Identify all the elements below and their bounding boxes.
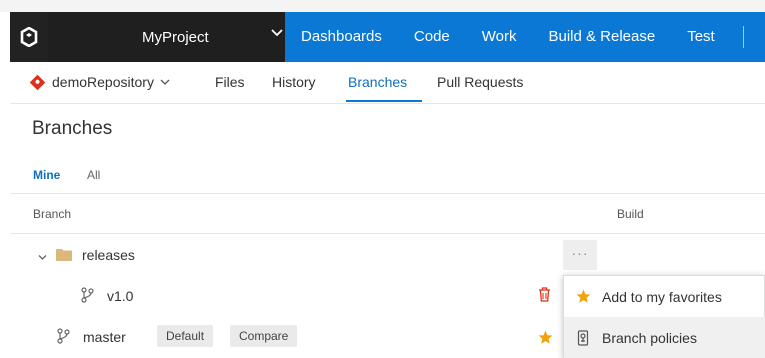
branch-context-menu: Add to my favorites Branch policies xyxy=(563,275,765,358)
column-header-branch[interactable]: Branch xyxy=(33,207,71,221)
filter-all[interactable]: All xyxy=(87,168,100,182)
tab-pull-requests[interactable]: Pull Requests xyxy=(437,74,523,90)
branch-icon xyxy=(81,287,94,308)
divider xyxy=(10,193,765,194)
page-title: Branches xyxy=(32,118,113,139)
top-navbar: MyProject Dashboards Code Work Build & R… xyxy=(10,12,765,62)
repo-selector[interactable]: demoRepository xyxy=(29,74,171,90)
more-actions-button[interactable]: ··· xyxy=(563,240,597,270)
nav-divider xyxy=(742,26,744,48)
chevron-down-icon[interactable] xyxy=(37,250,48,268)
vsts-logo-icon[interactable] xyxy=(10,12,48,62)
window-top-strip xyxy=(0,0,765,12)
default-badge: Default xyxy=(157,325,214,347)
star-icon[interactable] xyxy=(538,330,553,350)
star-icon xyxy=(575,289,591,305)
repo-name: demoRepository xyxy=(52,74,154,90)
tab-branches[interactable]: Branches xyxy=(348,74,407,90)
branch-name-master[interactable]: master xyxy=(83,329,126,345)
column-header-build[interactable]: Build xyxy=(617,207,644,221)
menu-item-add-to-favorites[interactable]: Add to my favorites xyxy=(564,276,765,317)
filter-mine[interactable]: Mine xyxy=(33,168,60,182)
compare-button[interactable]: Compare xyxy=(230,325,298,347)
chevron-down-icon xyxy=(159,76,171,88)
menu-item-label: Add to my favorites xyxy=(602,288,722,305)
nav-build-release[interactable]: Build & Release xyxy=(532,12,671,62)
nav-work[interactable]: Work xyxy=(466,12,533,62)
chevron-down-icon xyxy=(270,26,284,44)
folder-icon xyxy=(56,248,72,266)
branch-name-v1-0[interactable]: v1.0 xyxy=(107,288,133,304)
menu-item-branch-policies[interactable]: Branch policies xyxy=(564,317,765,358)
divider xyxy=(10,233,765,234)
code-subnav: demoRepository Files History Branches Pu… xyxy=(10,62,765,104)
menu-item-label: Branch policies xyxy=(602,329,697,346)
active-tab-indicator xyxy=(346,100,422,102)
git-repo-icon xyxy=(29,74,46,90)
folder-name-releases[interactable]: releases xyxy=(82,247,135,263)
nav-code[interactable]: Code xyxy=(398,12,466,62)
hub-nav: Dashboards Code Work Build & Release Tes… xyxy=(285,12,744,62)
policy-lock-icon xyxy=(575,329,591,346)
tab-files[interactable]: Files xyxy=(215,74,245,90)
branch-icon xyxy=(57,328,70,349)
project-name: MyProject xyxy=(142,29,209,46)
project-selector[interactable]: MyProject xyxy=(48,12,285,62)
nav-dashboards[interactable]: Dashboards xyxy=(285,12,398,62)
tab-history[interactable]: History xyxy=(272,74,316,90)
nav-test[interactable]: Test xyxy=(671,12,731,62)
trash-icon[interactable] xyxy=(538,287,551,307)
